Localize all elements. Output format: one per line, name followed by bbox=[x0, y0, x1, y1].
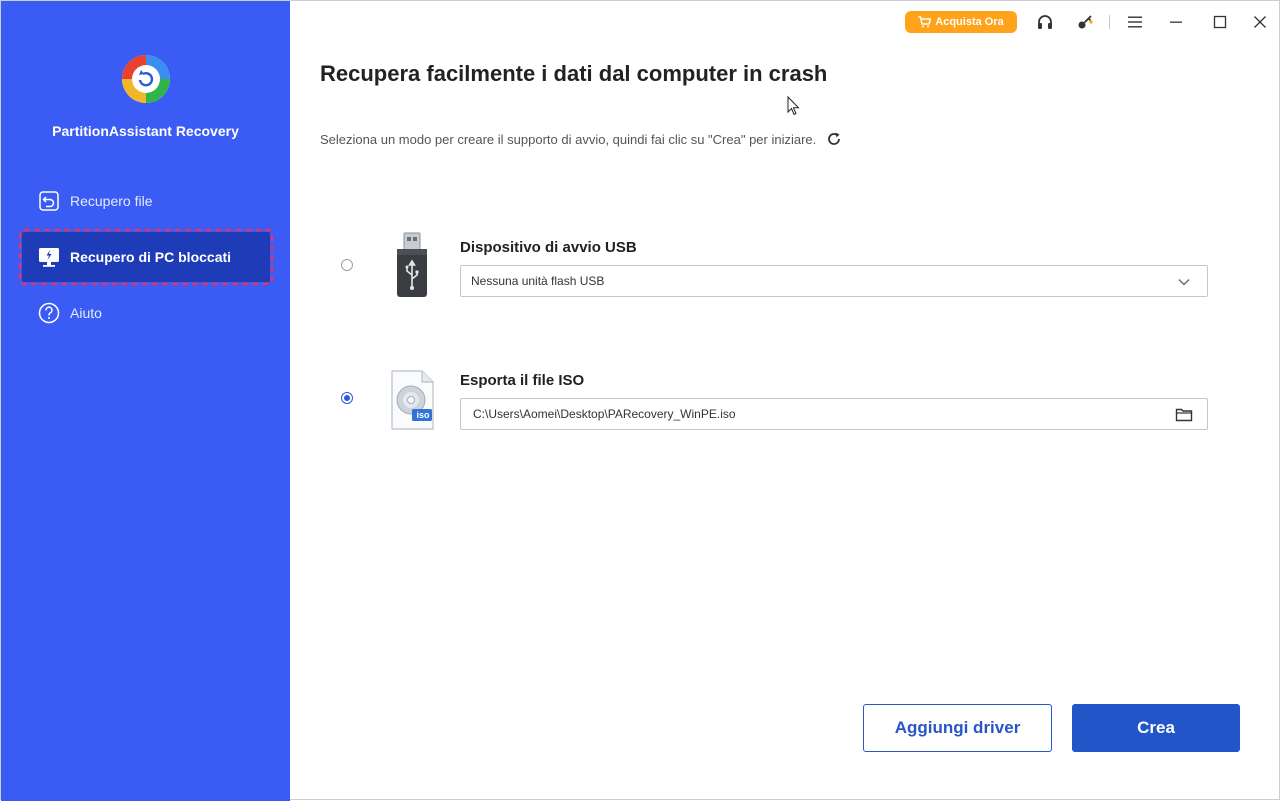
sidebar-item-label: Recupero file bbox=[70, 193, 153, 209]
buy-now-label: Acquista Ora bbox=[935, 16, 1004, 28]
minimize-icon[interactable] bbox=[1166, 12, 1186, 32]
usb-option-radio[interactable] bbox=[341, 259, 353, 271]
buy-now-button[interactable]: Acquista Ora bbox=[905, 11, 1017, 33]
app-logo-icon bbox=[122, 55, 170, 103]
usb-drive-icon bbox=[397, 232, 427, 297]
menu-icon[interactable] bbox=[1125, 12, 1145, 32]
folder-icon[interactable] bbox=[1175, 406, 1193, 424]
sidebar-item-label: Recupero di PC bloccati bbox=[70, 249, 232, 265]
page-subtitle: Seleziona un modo per creare il supporto… bbox=[320, 131, 842, 147]
usb-option-label: Dispositivo di avvio USB bbox=[460, 239, 637, 256]
toolbar-separator bbox=[1109, 15, 1110, 29]
sidebar-item-crashed-pc-recovery[interactable]: Recupero di PC bloccati bbox=[19, 229, 273, 285]
app-name: PartitionAssistant Recovery bbox=[52, 123, 239, 139]
refresh-icon[interactable] bbox=[826, 131, 842, 147]
cart-icon bbox=[918, 16, 932, 28]
iso-badge: iso bbox=[416, 410, 430, 420]
add-driver-button[interactable]: Aggiungi driver bbox=[863, 704, 1052, 752]
sidebar-item-label: Aiuto bbox=[70, 305, 102, 321]
iso-path-field[interactable]: C:\Users\Aomei\Desktop\PARecovery_WinPE.… bbox=[460, 398, 1208, 430]
key-icon[interactable] bbox=[1075, 12, 1095, 32]
headset-icon[interactable] bbox=[1035, 12, 1055, 32]
sidebar: PartitionAssistant Recovery Recupero fil… bbox=[1, 1, 290, 801]
main-panel: Acquista Ora Recupera facilmente i dati … bbox=[290, 1, 1279, 801]
mouse-cursor-icon bbox=[787, 96, 800, 116]
page-title: Recupera facilmente i dati dal computer … bbox=[320, 61, 828, 86]
usb-drive-select[interactable]: Nessuna unità flash USB bbox=[460, 265, 1208, 297]
sidebar-item-help[interactable]: Aiuto bbox=[22, 288, 270, 338]
create-button[interactable]: Crea bbox=[1072, 704, 1240, 752]
close-icon[interactable] bbox=[1250, 12, 1270, 32]
iso-option-radio[interactable] bbox=[341, 392, 353, 404]
maximize-icon[interactable] bbox=[1210, 12, 1230, 32]
iso-path-value: C:\Users\Aomei\Desktop\PARecovery_WinPE.… bbox=[473, 407, 736, 421]
iso-option-label: Esporta il file ISO bbox=[460, 372, 585, 389]
file-restore-icon bbox=[38, 190, 60, 212]
usb-drive-select-value: Nessuna unità flash USB bbox=[471, 274, 605, 288]
crashed-pc-icon bbox=[38, 246, 60, 268]
subtitle-text: Seleziona un modo per creare il supporto… bbox=[320, 131, 817, 147]
app-window: PartitionAssistant Recovery Recupero fil… bbox=[0, 0, 1280, 801]
sidebar-item-file-recovery[interactable]: Recupero file bbox=[22, 176, 270, 226]
help-icon bbox=[38, 302, 60, 324]
iso-file-icon bbox=[391, 370, 434, 430]
chevron-down-icon[interactable] bbox=[1175, 273, 1193, 291]
